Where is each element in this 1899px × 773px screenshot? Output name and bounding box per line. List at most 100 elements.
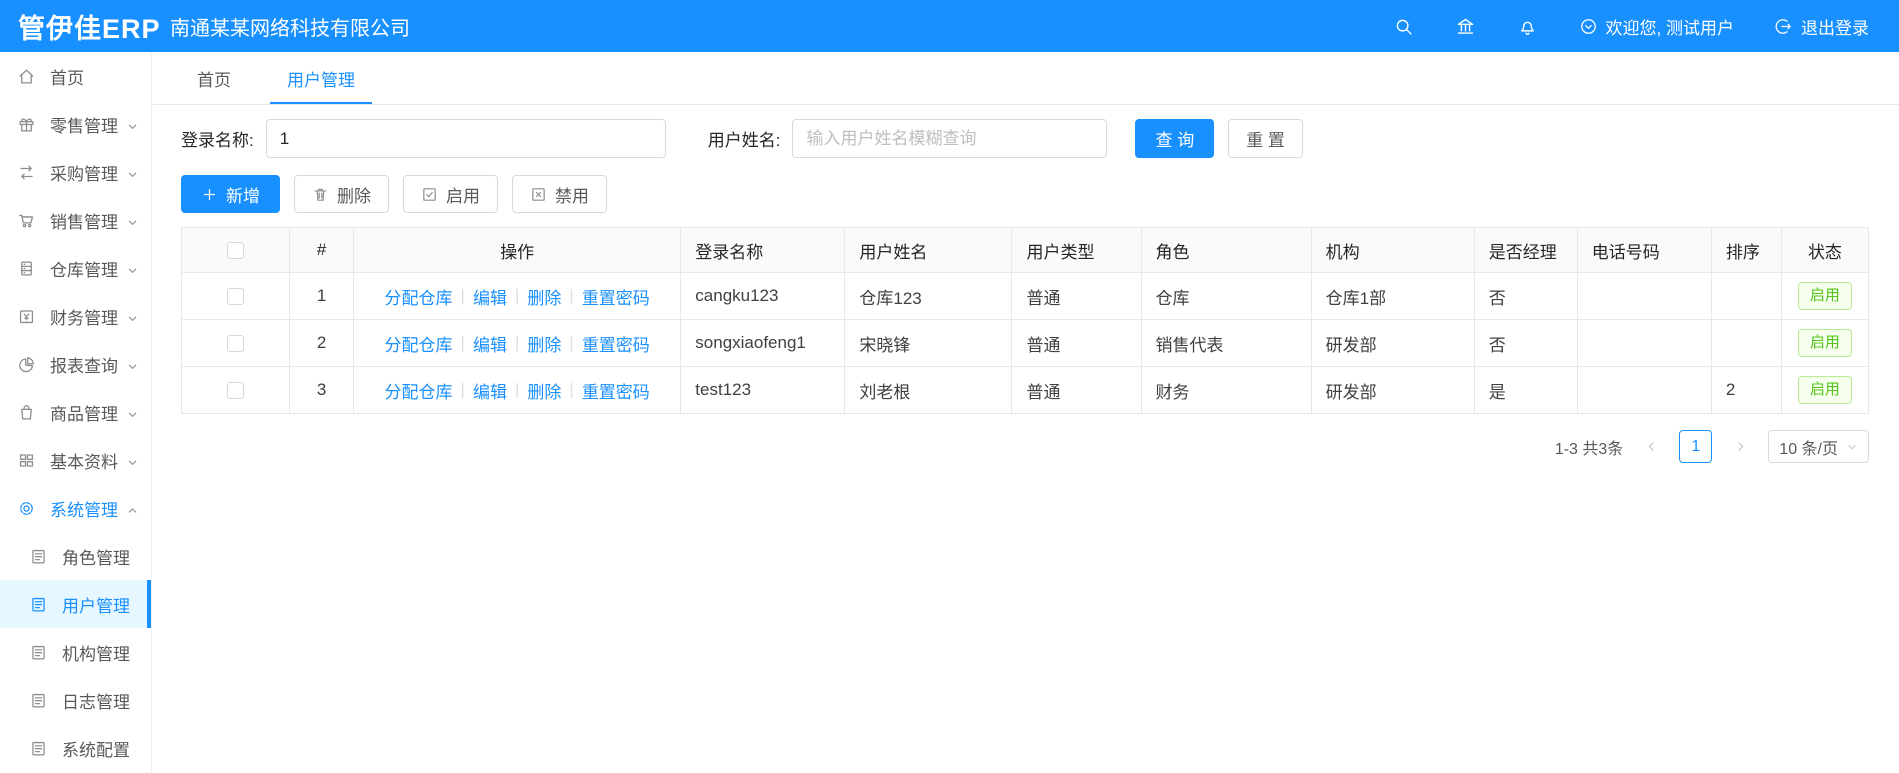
enable-label: 启用 — [446, 186, 480, 206]
sidebar-item-home[interactable]: 首页 — [0, 52, 151, 100]
sidebar-item-label: 报表查询 — [50, 356, 118, 376]
row-checkbox[interactable] — [227, 335, 245, 353]
plus-icon — [201, 186, 218, 203]
cell-user-type: 普通 — [1011, 366, 1142, 414]
cell-sort: 2 — [1710, 366, 1782, 414]
reset-password-link[interactable]: 重置密码 — [582, 284, 650, 309]
gear-icon — [17, 499, 36, 518]
search-icon[interactable] — [1393, 15, 1415, 37]
table-header-row: # 操作 登录名称 用户姓名 用户类型 角色 机构 是否经理 电话号码 排序 状… — [180, 227, 1870, 273]
next-page-button[interactable] — [1725, 432, 1755, 462]
reset-password-link[interactable]: 重置密码 — [582, 378, 650, 403]
retail-icon — [17, 115, 36, 134]
bank-icon[interactable] — [1455, 15, 1477, 37]
sidebar-item-log-mgmt[interactable]: 日志管理 — [0, 676, 151, 724]
cell-user-name: 刘老根 — [844, 366, 1013, 414]
reset-password-link[interactable]: 重置密码 — [582, 331, 650, 356]
prev-page-button[interactable] — [1636, 432, 1666, 462]
sidebar-item-goods[interactable]: 商品管理 — [0, 388, 151, 436]
edit-link[interactable]: 编辑 — [473, 284, 507, 309]
cell-login-name: test123 — [680, 366, 846, 414]
sidebar-item-label: 基本资料 — [50, 452, 118, 472]
sidebar-item-label: 机构管理 — [62, 644, 130, 664]
sidebar-item-label: 财务管理 — [50, 308, 118, 328]
sidebar-item-basic-data[interactable]: 基本资料 — [0, 436, 151, 484]
sidebar-item-system[interactable]: 系统管理 — [0, 484, 151, 532]
bell-icon[interactable] — [1517, 15, 1539, 37]
home-icon — [17, 67, 36, 86]
page-size-select[interactable]: 10 条/页 — [1768, 430, 1869, 463]
edit-link[interactable]: 编辑 — [473, 331, 507, 356]
sidebar-item-warehouse[interactable]: 仓库管理 — [0, 244, 151, 292]
sidebar-item-purchase[interactable]: 采购管理 — [0, 148, 151, 196]
finance-icon — [17, 307, 36, 326]
disable-button[interactable]: 禁用 — [512, 175, 607, 213]
cell-org: 研发部 — [1310, 366, 1475, 414]
page-number-button[interactable]: 1 — [1679, 430, 1713, 463]
sidebar-item-org-mgmt[interactable]: 机构管理 — [0, 628, 151, 676]
table-row: 1 分配仓库 | 编辑 | 删除 | 重置密码 cangku123 仓库123 普通 … — [180, 272, 1870, 320]
reset-button[interactable]: 重 置 — [1228, 119, 1303, 158]
query-button[interactable]: 查 询 — [1135, 119, 1215, 158]
link-divider: | — [514, 380, 520, 399]
user-name-input[interactable] — [792, 119, 1108, 158]
assign-warehouse-link[interactable]: 分配仓库 — [385, 284, 453, 309]
sidebar-item-finance[interactable]: 财务管理 — [0, 292, 151, 340]
chevron-down-icon — [126, 310, 139, 323]
sidebar-item-sales[interactable]: 销售管理 — [0, 196, 151, 244]
warehouse-icon — [17, 259, 36, 278]
sidebar-item-label: 零售管理 — [50, 116, 118, 136]
sidebar-item-role-mgmt[interactable]: 角色管理 — [0, 532, 151, 580]
pie-chart-icon — [17, 355, 36, 374]
chevron-down-icon — [126, 166, 139, 179]
sidebar-item-system-config[interactable]: 系统配置 — [0, 724, 151, 772]
col-is-manager: 是否经理 — [1473, 227, 1578, 273]
tab-user-mgmt[interactable]: 用户管理 — [270, 52, 372, 104]
delete-label: 删除 — [337, 186, 371, 206]
edit-link[interactable]: 编辑 — [473, 378, 507, 403]
delete-link[interactable]: 删除 — [527, 378, 561, 403]
cell-role: 财务 — [1140, 366, 1312, 414]
row-index: 1 — [289, 272, 355, 320]
pagination: 1-3 共3条 1 10 条/页 — [181, 430, 1869, 463]
col-phone: 电话号码 — [1576, 227, 1712, 273]
login-name-input[interactable] — [265, 119, 666, 158]
sidebar: 首页 零售管理 采购管理 销售管理 仓库管理 财务管理 报表查询 商品管理 基本… — [0, 52, 152, 773]
row-checkbox[interactable] — [227, 382, 245, 400]
cell-is-manager: 是 — [1473, 366, 1578, 414]
sidebar-item-reports[interactable]: 报表查询 — [0, 340, 151, 388]
app-logo[interactable]: 管伊佳ERP — [0, 7, 160, 46]
cart-icon — [17, 211, 36, 230]
enable-button[interactable]: 启用 — [403, 175, 498, 213]
doc-icon — [29, 547, 48, 566]
link-divider: | — [460, 286, 465, 305]
link-divider: | — [460, 333, 465, 352]
row-checkbox[interactable] — [227, 288, 245, 306]
sidebar-item-label: 日志管理 — [62, 692, 130, 712]
link-divider: | — [569, 333, 574, 352]
add-button[interactable]: 新增 — [181, 175, 280, 213]
cell-phone — [1576, 366, 1712, 414]
cell-phone — [1576, 319, 1712, 367]
sidebar-item-label: 采购管理 — [50, 164, 118, 184]
col-user-type: 用户类型 — [1011, 227, 1142, 273]
delete-link[interactable]: 删除 — [527, 331, 561, 356]
chevron-down-icon — [126, 406, 139, 419]
cell-phone — [1576, 272, 1712, 320]
user-menu[interactable]: 欢迎您, 测试用户 — [1579, 14, 1734, 39]
sidebar-item-user-mgmt[interactable]: 用户管理 — [0, 580, 151, 628]
assign-warehouse-link[interactable]: 分配仓库 — [385, 331, 453, 356]
select-all-checkbox[interactable] — [227, 242, 245, 260]
delete-button[interactable]: 删除 — [294, 175, 389, 213]
link-divider: | — [460, 380, 465, 399]
delete-link[interactable]: 删除 — [527, 284, 561, 309]
link-divider: | — [514, 333, 520, 352]
tab-home[interactable]: 首页 — [180, 52, 248, 104]
chevron-down-icon — [126, 454, 139, 467]
logout-button[interactable]: 退出登录 — [1774, 14, 1869, 39]
sidebar-item-retail[interactable]: 零售管理 — [0, 100, 151, 148]
cell-user-name: 宋晓锋 — [844, 319, 1013, 367]
assign-warehouse-link[interactable]: 分配仓库 — [385, 378, 453, 403]
company-name: 南通某某网络科技有限公司 — [170, 17, 410, 40]
doc-icon — [29, 739, 48, 758]
